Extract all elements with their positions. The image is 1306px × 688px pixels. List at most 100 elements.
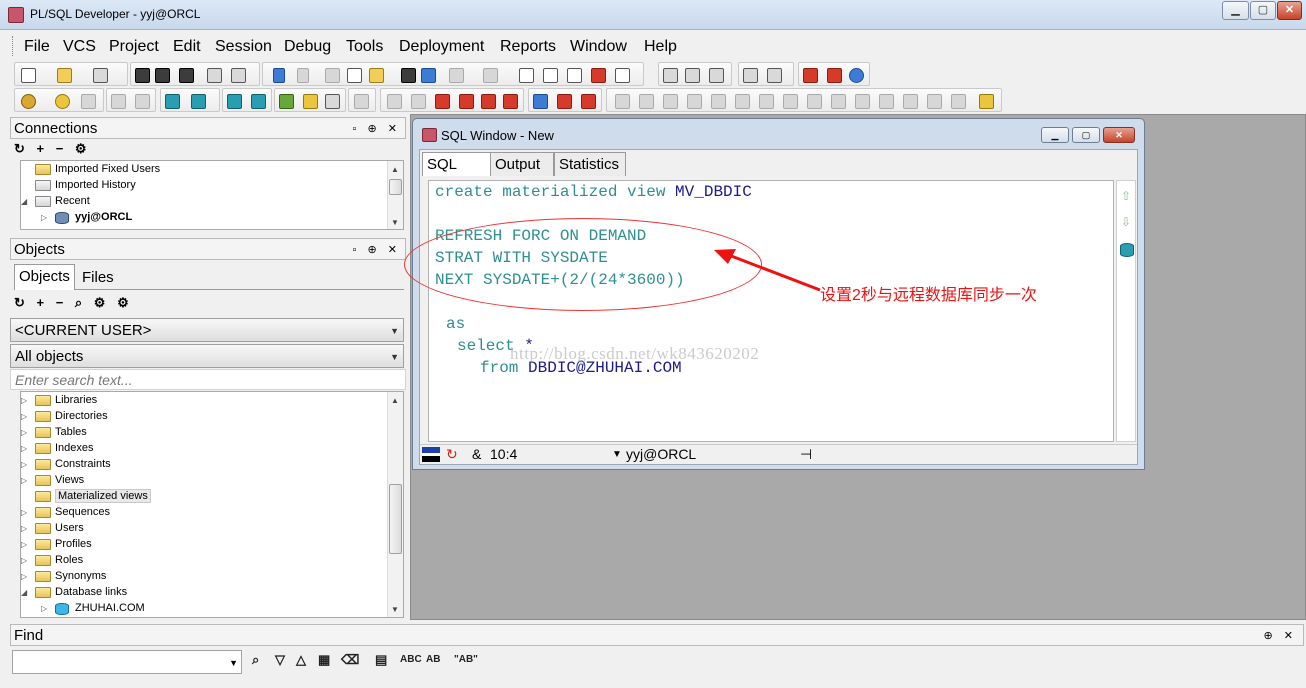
save-icon[interactable] xyxy=(135,68,150,83)
close-button[interactable]: ✕ xyxy=(1277,1,1302,20)
expand-icon[interactable]: ▷ xyxy=(21,460,30,469)
refactor-9-icon[interactable] xyxy=(807,94,822,109)
find-next-icon[interactable] xyxy=(421,68,436,83)
tab-sql[interactable]: SQL xyxy=(422,152,492,176)
find-down-icon[interactable]: ▽ xyxy=(275,652,285,668)
toggle-breakpoint-icon[interactable] xyxy=(387,94,402,109)
tab-files[interactable]: Files xyxy=(78,266,118,290)
menu-project[interactable]: Project xyxy=(109,38,159,56)
objects-pane-buttons[interactable]: ▫ ⊕ ✕ xyxy=(353,243,401,256)
find-icon[interactable] xyxy=(401,68,416,83)
scroll-thumb[interactable] xyxy=(389,179,402,195)
refactor-12-icon[interactable] xyxy=(879,94,894,109)
tab-objects[interactable]: Objects xyxy=(14,264,75,290)
open-icon[interactable] xyxy=(57,68,72,83)
oracle-icon[interactable] xyxy=(803,68,818,83)
back-icon[interactable] xyxy=(449,68,464,83)
find-clear-icon[interactable]: ⌫ xyxy=(341,652,359,668)
refactor-1-icon[interactable] xyxy=(615,94,630,109)
print-icon[interactable] xyxy=(207,68,222,83)
menu-debug[interactable]: Debug xyxy=(284,38,331,56)
find-search-icon[interactable]: ⌕ xyxy=(252,652,259,668)
search-input[interactable]: Enter search text... xyxy=(10,369,406,390)
break-icon[interactable] xyxy=(81,94,96,109)
arrow-down-icon[interactable]: ⇩ xyxy=(1121,215,1131,229)
maximize-button[interactable]: ▢ xyxy=(1250,1,1276,20)
refactor-8-icon[interactable] xyxy=(783,94,798,109)
arrange-icon[interactable] xyxy=(709,68,724,83)
new-icon[interactable] xyxy=(21,68,36,83)
refactor-5-icon[interactable] xyxy=(711,94,726,109)
find-match-case-icon[interactable]: ABC xyxy=(400,654,422,665)
cascade-icon[interactable] xyxy=(685,68,700,83)
collapse-icon[interactable]: ◢ xyxy=(21,588,30,597)
menu-tools[interactable]: Tools xyxy=(346,38,383,56)
scroll-up-icon[interactable]: ▲ xyxy=(391,396,399,405)
new-sql-icon[interactable] xyxy=(191,94,206,109)
refactor-3-icon[interactable] xyxy=(663,94,678,109)
expand-icon[interactable]: ▷ xyxy=(21,396,30,405)
halt-icon[interactable] xyxy=(581,94,596,109)
window-list-icon[interactable] xyxy=(743,68,758,83)
find-quoted-icon[interactable]: "AB" xyxy=(454,654,478,665)
user-combo[interactable]: <CURRENT USER> ▼ xyxy=(10,318,404,342)
preferences-icon[interactable] xyxy=(354,94,369,109)
object-browser-icon[interactable] xyxy=(279,94,294,109)
tab-statistics[interactable]: Statistics xyxy=(554,152,626,176)
report-icon[interactable] xyxy=(303,94,318,109)
menu-edit[interactable]: Edit xyxy=(173,38,201,56)
save-all-icon[interactable] xyxy=(179,68,194,83)
menu-window[interactable]: Window xyxy=(570,38,627,56)
cut-icon[interactable] xyxy=(325,68,340,83)
grid-icon[interactable] xyxy=(767,68,782,83)
execute-icon[interactable] xyxy=(55,94,70,109)
pin-icon[interactable]: ⊣ xyxy=(800,446,812,463)
stop-icon[interactable] xyxy=(435,94,450,109)
expand-icon[interactable]: ▷ xyxy=(21,508,30,517)
step-into-icon[interactable] xyxy=(459,94,474,109)
find-input[interactable]: ▼ xyxy=(12,650,242,674)
scroll-up-icon[interactable]: ▲ xyxy=(391,165,399,174)
refactor-11-icon[interactable] xyxy=(855,94,870,109)
save-as-icon[interactable] xyxy=(155,68,170,83)
undo-icon[interactable] xyxy=(273,68,285,83)
pdf-icon[interactable] xyxy=(827,68,842,83)
refactor-13-icon[interactable] xyxy=(903,94,918,109)
scroll-down-icon[interactable]: ▼ xyxy=(391,218,399,227)
refactor-14-icon[interactable] xyxy=(927,94,942,109)
print-setup-icon[interactable] xyxy=(231,68,246,83)
expand-icon[interactable]: ▷ xyxy=(21,524,30,533)
find-up-icon[interactable]: △ xyxy=(296,652,306,668)
connections-pane-buttons[interactable]: ▫ ⊕ ✕ xyxy=(353,122,401,135)
find-options-icon[interactable]: ▤ xyxy=(375,652,387,668)
connections-scrollbar[interactable]: ▲ ▼ xyxy=(387,161,403,229)
expand-icon[interactable]: ▷ xyxy=(41,604,50,613)
expand-icon[interactable]: ▷ xyxy=(21,556,30,565)
test-window-icon[interactable] xyxy=(251,94,266,109)
redo-icon[interactable] xyxy=(297,68,309,83)
step-out-icon[interactable] xyxy=(503,94,518,109)
run-to-icon[interactable] xyxy=(557,94,572,109)
sql-close-button[interactable]: ✕ xyxy=(1103,127,1135,143)
refactor-2-icon[interactable] xyxy=(639,94,654,109)
info-icon[interactable] xyxy=(849,68,864,83)
expand-icon[interactable]: ▷ xyxy=(21,476,30,485)
command-window-icon[interactable] xyxy=(227,94,242,109)
status-connection[interactable]: yyj@ORCL xyxy=(626,446,696,462)
minimize-button[interactable]: ▁ xyxy=(1222,1,1249,20)
step-over-icon[interactable] xyxy=(481,94,496,109)
arrow-up-icon[interactable]: ⇧ xyxy=(1121,189,1131,203)
refactor-10-icon[interactable] xyxy=(831,94,846,109)
refactor-6-icon[interactable] xyxy=(735,94,750,109)
menu-deployment[interactable]: Deployment xyxy=(399,38,484,56)
expand-icon[interactable]: ▷ xyxy=(41,213,50,222)
paste-icon[interactable] xyxy=(369,68,384,83)
sql-window-icon[interactable] xyxy=(165,94,180,109)
find-whole-word-icon[interactable]: AB xyxy=(426,654,440,665)
indent-icon[interactable] xyxy=(519,68,534,83)
objects-scrollbar[interactable]: ▲ ▼ xyxy=(387,392,403,617)
run-icon[interactable] xyxy=(533,94,548,109)
copy-icon[interactable] xyxy=(347,68,362,83)
clear-breakpoint-icon[interactable] xyxy=(411,94,426,109)
menu-session[interactable]: Session xyxy=(215,38,272,56)
